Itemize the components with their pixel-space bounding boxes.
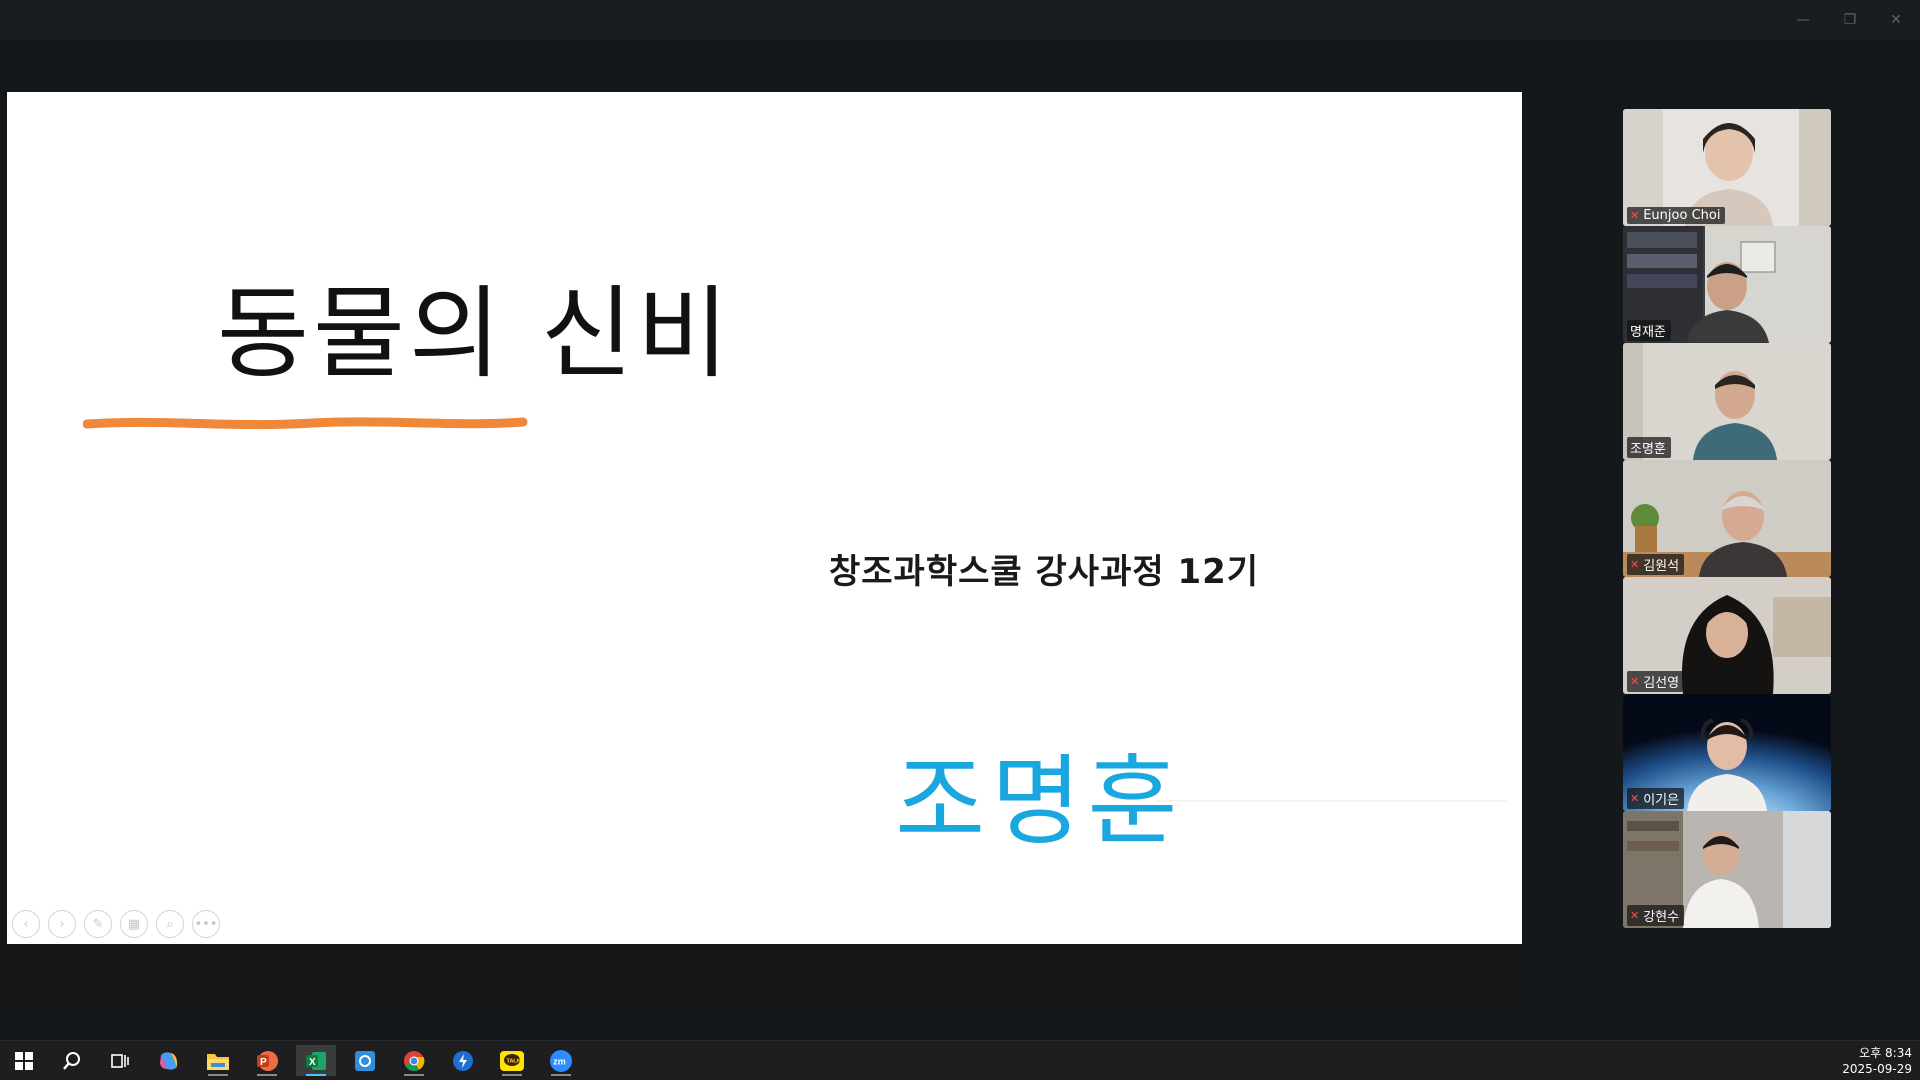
slides-icon[interactable]: ▦ bbox=[120, 910, 148, 938]
close-button[interactable]: ✕ bbox=[1883, 8, 1909, 32]
powerpoint-icon[interactable]: P bbox=[247, 1045, 287, 1076]
chrome-icon[interactable] bbox=[394, 1045, 434, 1076]
slide-underline bbox=[83, 417, 528, 430]
slide-title: 동물의 신비 bbox=[217, 275, 733, 392]
participant-nametag: ✕ Eunjoo Choi bbox=[1627, 207, 1726, 224]
restore-button[interactable]: ❐ bbox=[1837, 8, 1863, 32]
windows-taskbar: P X TALK zm 오후 8:34 2025-09-29 bbox=[0, 1040, 1920, 1080]
zoom-app-icon[interactable]: zm bbox=[541, 1045, 581, 1076]
muted-mic-icon: ✕ bbox=[1630, 675, 1640, 688]
running-indicator bbox=[502, 1074, 522, 1076]
shared-slide: 동물의 신비 창조과학스쿨 강사과정 12기 조명훈 ‹ › ✎ ▦ ⌕ ••• bbox=[7, 92, 1522, 944]
participant-nametag: ✕ 김원석 bbox=[1627, 554, 1685, 575]
slide-author: 조명훈 bbox=[895, 745, 1184, 859]
hangul-icon[interactable] bbox=[345, 1045, 385, 1076]
participant-nametag: ✕ 이기은 bbox=[1627, 788, 1685, 809]
running-indicator bbox=[404, 1074, 424, 1076]
svg-text:TALK: TALK bbox=[507, 1058, 521, 1064]
search-icon[interactable] bbox=[52, 1045, 92, 1076]
participant-gallery: ✕ Eunjoo Choi 명재준 조명훈 ✕ 김원석 ✕ 김선영 ✕ 이기은 … bbox=[1623, 109, 1831, 928]
file-explorer-icon[interactable] bbox=[198, 1045, 238, 1076]
muted-mic-icon: ✕ bbox=[1630, 909, 1640, 922]
clock-date: 2025-09-29 bbox=[1842, 1062, 1912, 1076]
participant-name: Eunjoo Choi bbox=[1643, 208, 1721, 223]
messenger-icon[interactable] bbox=[443, 1045, 483, 1076]
participant-nametag: ✕ 김선영 bbox=[1627, 671, 1685, 692]
kakaotalk-icon[interactable]: TALK bbox=[492, 1045, 532, 1076]
slide-subtitle: 창조과학스쿨 강사과정 12기 bbox=[829, 552, 1260, 592]
muted-mic-icon: ✕ bbox=[1630, 209, 1640, 222]
next-icon[interactable]: › bbox=[48, 910, 76, 938]
system-clock[interactable]: 오후 8:34 2025-09-29 bbox=[1842, 1045, 1912, 1077]
running-indicator bbox=[306, 1074, 326, 1076]
excel-icon[interactable]: X bbox=[296, 1045, 336, 1076]
title-bar: — ❐ ✕ bbox=[0, 0, 1920, 40]
more-icon[interactable]: ••• bbox=[192, 910, 220, 938]
muted-mic-icon: ✕ bbox=[1630, 558, 1640, 571]
muted-mic-icon: ✕ bbox=[1630, 792, 1640, 805]
participant-name: 김선영 bbox=[1643, 676, 1680, 691]
zoom-icon[interactable]: ⌕ bbox=[156, 910, 184, 938]
participant-tile[interactable]: ✕ 김선영 bbox=[1623, 577, 1831, 694]
participant-tile[interactable]: ✕ 강현수 bbox=[1623, 811, 1831, 928]
participant-name: 조명훈 bbox=[1630, 442, 1666, 457]
minimize-button[interactable]: — bbox=[1790, 8, 1816, 32]
participant-tile[interactable]: 조명훈 bbox=[1623, 343, 1831, 460]
participant-name: 김원석 bbox=[1643, 559, 1680, 574]
participant-nametag: ✕ 강현수 bbox=[1627, 905, 1685, 926]
running-indicator bbox=[551, 1074, 571, 1076]
participant-name: 강현수 bbox=[1643, 910, 1680, 925]
svg-text:X: X bbox=[309, 1057, 316, 1068]
participant-tile-active-speaker[interactable]: ✕ 이기은 bbox=[1623, 694, 1831, 811]
participant-tile[interactable]: 명재준 bbox=[1623, 226, 1831, 343]
running-indicator bbox=[208, 1074, 228, 1076]
start-icon[interactable] bbox=[4, 1045, 44, 1076]
participant-tile[interactable]: ✕ Eunjoo Choi bbox=[1623, 109, 1831, 226]
slide-toolbar: ‹ › ✎ ▦ ⌕ ••• bbox=[12, 910, 220, 938]
previous-icon[interactable]: ‹ bbox=[12, 910, 40, 938]
pen-icon[interactable]: ✎ bbox=[84, 910, 112, 938]
participant-nametag: 조명훈 bbox=[1627, 437, 1671, 458]
participant-nametag: 명재준 bbox=[1627, 320, 1671, 341]
slide-divider bbox=[1157, 800, 1507, 802]
svg-text:P: P bbox=[260, 1057, 267, 1068]
copilot-icon[interactable] bbox=[149, 1045, 189, 1076]
clock-time: 오후 8:34 bbox=[1859, 1046, 1912, 1060]
participant-name: 명재준 bbox=[1630, 325, 1666, 340]
running-indicator bbox=[257, 1074, 277, 1076]
participant-tile[interactable]: ✕ 김원석 bbox=[1623, 460, 1831, 577]
svg-text:zm: zm bbox=[553, 1056, 566, 1066]
participant-name: 이기은 bbox=[1643, 793, 1680, 808]
task-view-icon[interactable] bbox=[100, 1045, 140, 1076]
